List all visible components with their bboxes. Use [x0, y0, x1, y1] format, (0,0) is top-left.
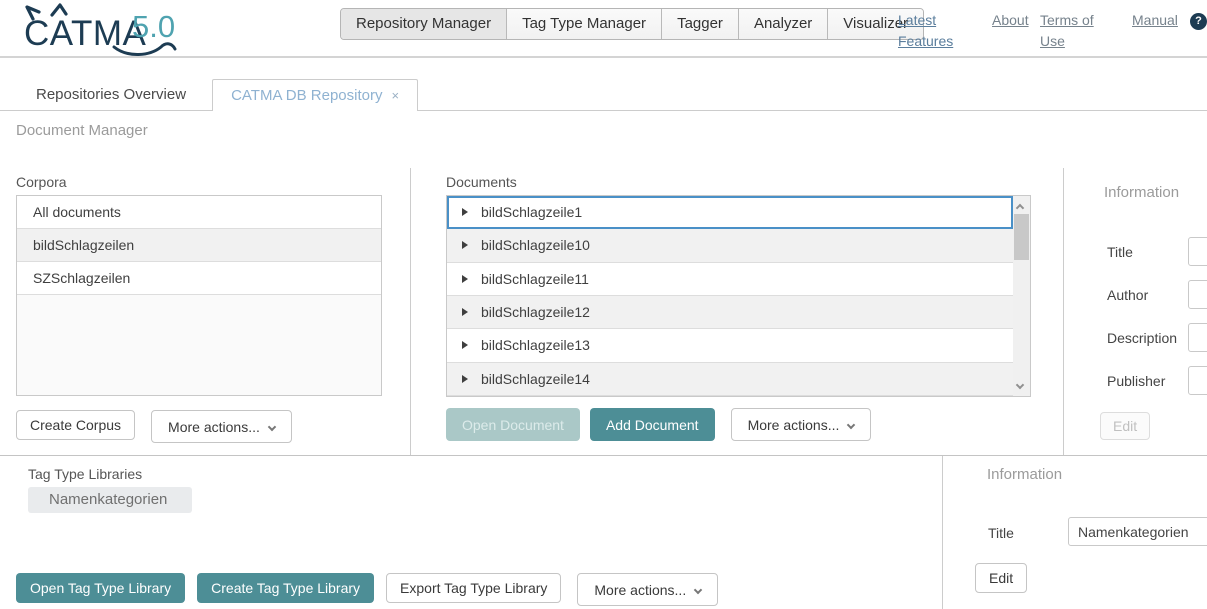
document-row[interactable]: bildSchlagzeile14	[447, 363, 1013, 396]
nav-analyzer[interactable]: Analyzer	[739, 9, 828, 39]
expand-triangle-icon[interactable]	[462, 308, 468, 316]
corpus-item-szschlagzeilen[interactable]: SZSchlagzeilen	[17, 262, 381, 295]
expand-triangle-icon[interactable]	[462, 375, 468, 383]
create-tag-type-library-button[interactable]: Create Tag Type Library	[197, 573, 374, 603]
open-document-button[interactable]: Open Document	[446, 408, 580, 441]
library-title-label: Title	[988, 525, 1014, 541]
corpora-more-actions-button[interactable]: More actions...	[151, 410, 292, 443]
document-name: bildSchlagzeile11	[481, 271, 589, 287]
tab-label: CATMA DB Repository	[231, 80, 382, 111]
author-input[interactable]	[1188, 280, 1207, 309]
corpora-buttons: Create Corpus More actions...	[16, 410, 292, 443]
library-title-input[interactable]	[1068, 517, 1207, 546]
documents-buttons: Open Document Add Document More actions.…	[446, 408, 871, 441]
repository-tabbar: Repositories Overview CATMA DB Repositor…	[0, 79, 1207, 111]
documents-label: Documents	[446, 174, 517, 190]
description-input[interactable]	[1188, 323, 1207, 352]
create-corpus-button[interactable]: Create Corpus	[16, 410, 135, 440]
document-name: bildSchlagzeile13	[481, 337, 590, 353]
open-tag-type-library-button[interactable]: Open Tag Type Library	[16, 573, 185, 603]
publisher-input[interactable]	[1188, 366, 1207, 395]
main-nav: Repository Manager Tag Type Manager Tagg…	[340, 8, 924, 40]
header-divider	[0, 56, 1207, 58]
document-row[interactable]: bildSchlagzeile11	[447, 263, 1013, 296]
add-document-button[interactable]: Add Document	[590, 408, 715, 441]
corpus-item-all-documents[interactable]: All documents	[17, 196, 381, 229]
scroll-down-icon[interactable]	[1017, 382, 1025, 390]
link-latest-features[interactable]: Latest Features	[898, 10, 958, 52]
tag-library-item-namenkategorien[interactable]: Namenkategorien	[28, 487, 192, 513]
divider-corpora-documents	[410, 168, 411, 455]
publisher-label: Publisher	[1107, 373, 1165, 389]
link-terms-of-use[interactable]: Terms of Use	[1040, 10, 1098, 52]
tag-library-more-actions-button[interactable]: More actions...	[577, 573, 718, 606]
tag-type-libraries-label: Tag Type Libraries	[28, 466, 142, 482]
chevron-down-icon	[847, 420, 855, 428]
expand-triangle-icon[interactable]	[462, 241, 468, 249]
document-name: bildSchlagzeile1	[481, 204, 582, 220]
logo-version: 5.0	[132, 9, 175, 44]
document-row[interactable]: bildSchlagzeile12	[447, 296, 1013, 329]
document-info-edit-button[interactable]: Edit	[1100, 412, 1150, 440]
scrollbar-thumb[interactable]	[1014, 214, 1029, 260]
button-label: More actions...	[594, 582, 686, 598]
document-row[interactable]: bildSchlagzeile1	[447, 196, 1013, 229]
library-info-edit-button[interactable]: Edit	[975, 563, 1027, 593]
corpora-label: Corpora	[16, 174, 67, 190]
corpora-list: All documents bildSchlagzeilen SZSchlagz…	[16, 195, 382, 396]
divider-library-info	[942, 456, 943, 609]
tab-repositories-overview[interactable]: Repositories Overview	[10, 79, 212, 110]
logo-text: CATMA	[24, 14, 147, 53]
chevron-down-icon	[694, 585, 702, 593]
document-name: bildSchlagzeile14	[481, 371, 590, 387]
catma-logo: CATMA 5.0	[6, 3, 188, 57]
nav-tag-type-manager[interactable]: Tag Type Manager	[507, 9, 662, 39]
tag-library-buttons: Open Tag Type Library Create Tag Type Li…	[16, 573, 718, 606]
link-manual[interactable]: Manual	[1132, 10, 1178, 31]
document-name: bildSchlagzeile10	[481, 237, 590, 253]
export-tag-type-library-button[interactable]: Export Tag Type Library	[386, 573, 561, 603]
author-label: Author	[1107, 287, 1148, 303]
tab-catma-db-repository[interactable]: CATMA DB Repository ×	[212, 79, 418, 111]
scroll-up-icon[interactable]	[1017, 202, 1025, 210]
expand-triangle-icon[interactable]	[462, 341, 468, 349]
expand-triangle-icon[interactable]	[462, 275, 468, 283]
document-name: bildSchlagzeile12	[481, 304, 590, 320]
button-label: More actions...	[168, 419, 260, 435]
help-icon[interactable]: ?	[1190, 13, 1207, 30]
divider-documents-info	[1063, 168, 1064, 455]
tab-label: Repositories Overview	[36, 79, 186, 110]
page-title: Document Manager	[16, 122, 148, 139]
button-label: More actions...	[748, 417, 840, 433]
document-row[interactable]: bildSchlagzeile13	[447, 329, 1013, 362]
documents-list: bildSchlagzeile1 bildSchlagzeile10 bildS…	[446, 195, 1031, 397]
document-info-heading: Information	[1104, 184, 1179, 201]
nav-repository-manager[interactable]: Repository Manager	[341, 9, 507, 39]
title-label: Title	[1107, 244, 1133, 260]
documents-scrollbar[interactable]	[1013, 196, 1030, 396]
chevron-down-icon	[268, 422, 276, 430]
description-label: Description	[1107, 330, 1177, 346]
document-row[interactable]: bildSchlagzeile10	[447, 229, 1013, 262]
expand-triangle-icon[interactable]	[462, 208, 468, 216]
link-about[interactable]: About	[992, 10, 1029, 31]
close-icon[interactable]: ×	[392, 80, 400, 111]
catma-app-window: CATMA 5.0 Repository Manager Tag Type Ma…	[0, 0, 1207, 609]
documents-more-actions-button[interactable]: More actions...	[731, 408, 872, 441]
divider-horizontal	[0, 455, 1207, 456]
documents-rows: bildSchlagzeile1 bildSchlagzeile10 bildS…	[447, 196, 1013, 396]
library-info-heading: Information	[987, 466, 1062, 483]
nav-tagger[interactable]: Tagger	[662, 9, 739, 39]
title-input[interactable]	[1188, 237, 1207, 266]
corpus-item-bildschlagzeilen[interactable]: bildSchlagzeilen	[17, 229, 381, 262]
